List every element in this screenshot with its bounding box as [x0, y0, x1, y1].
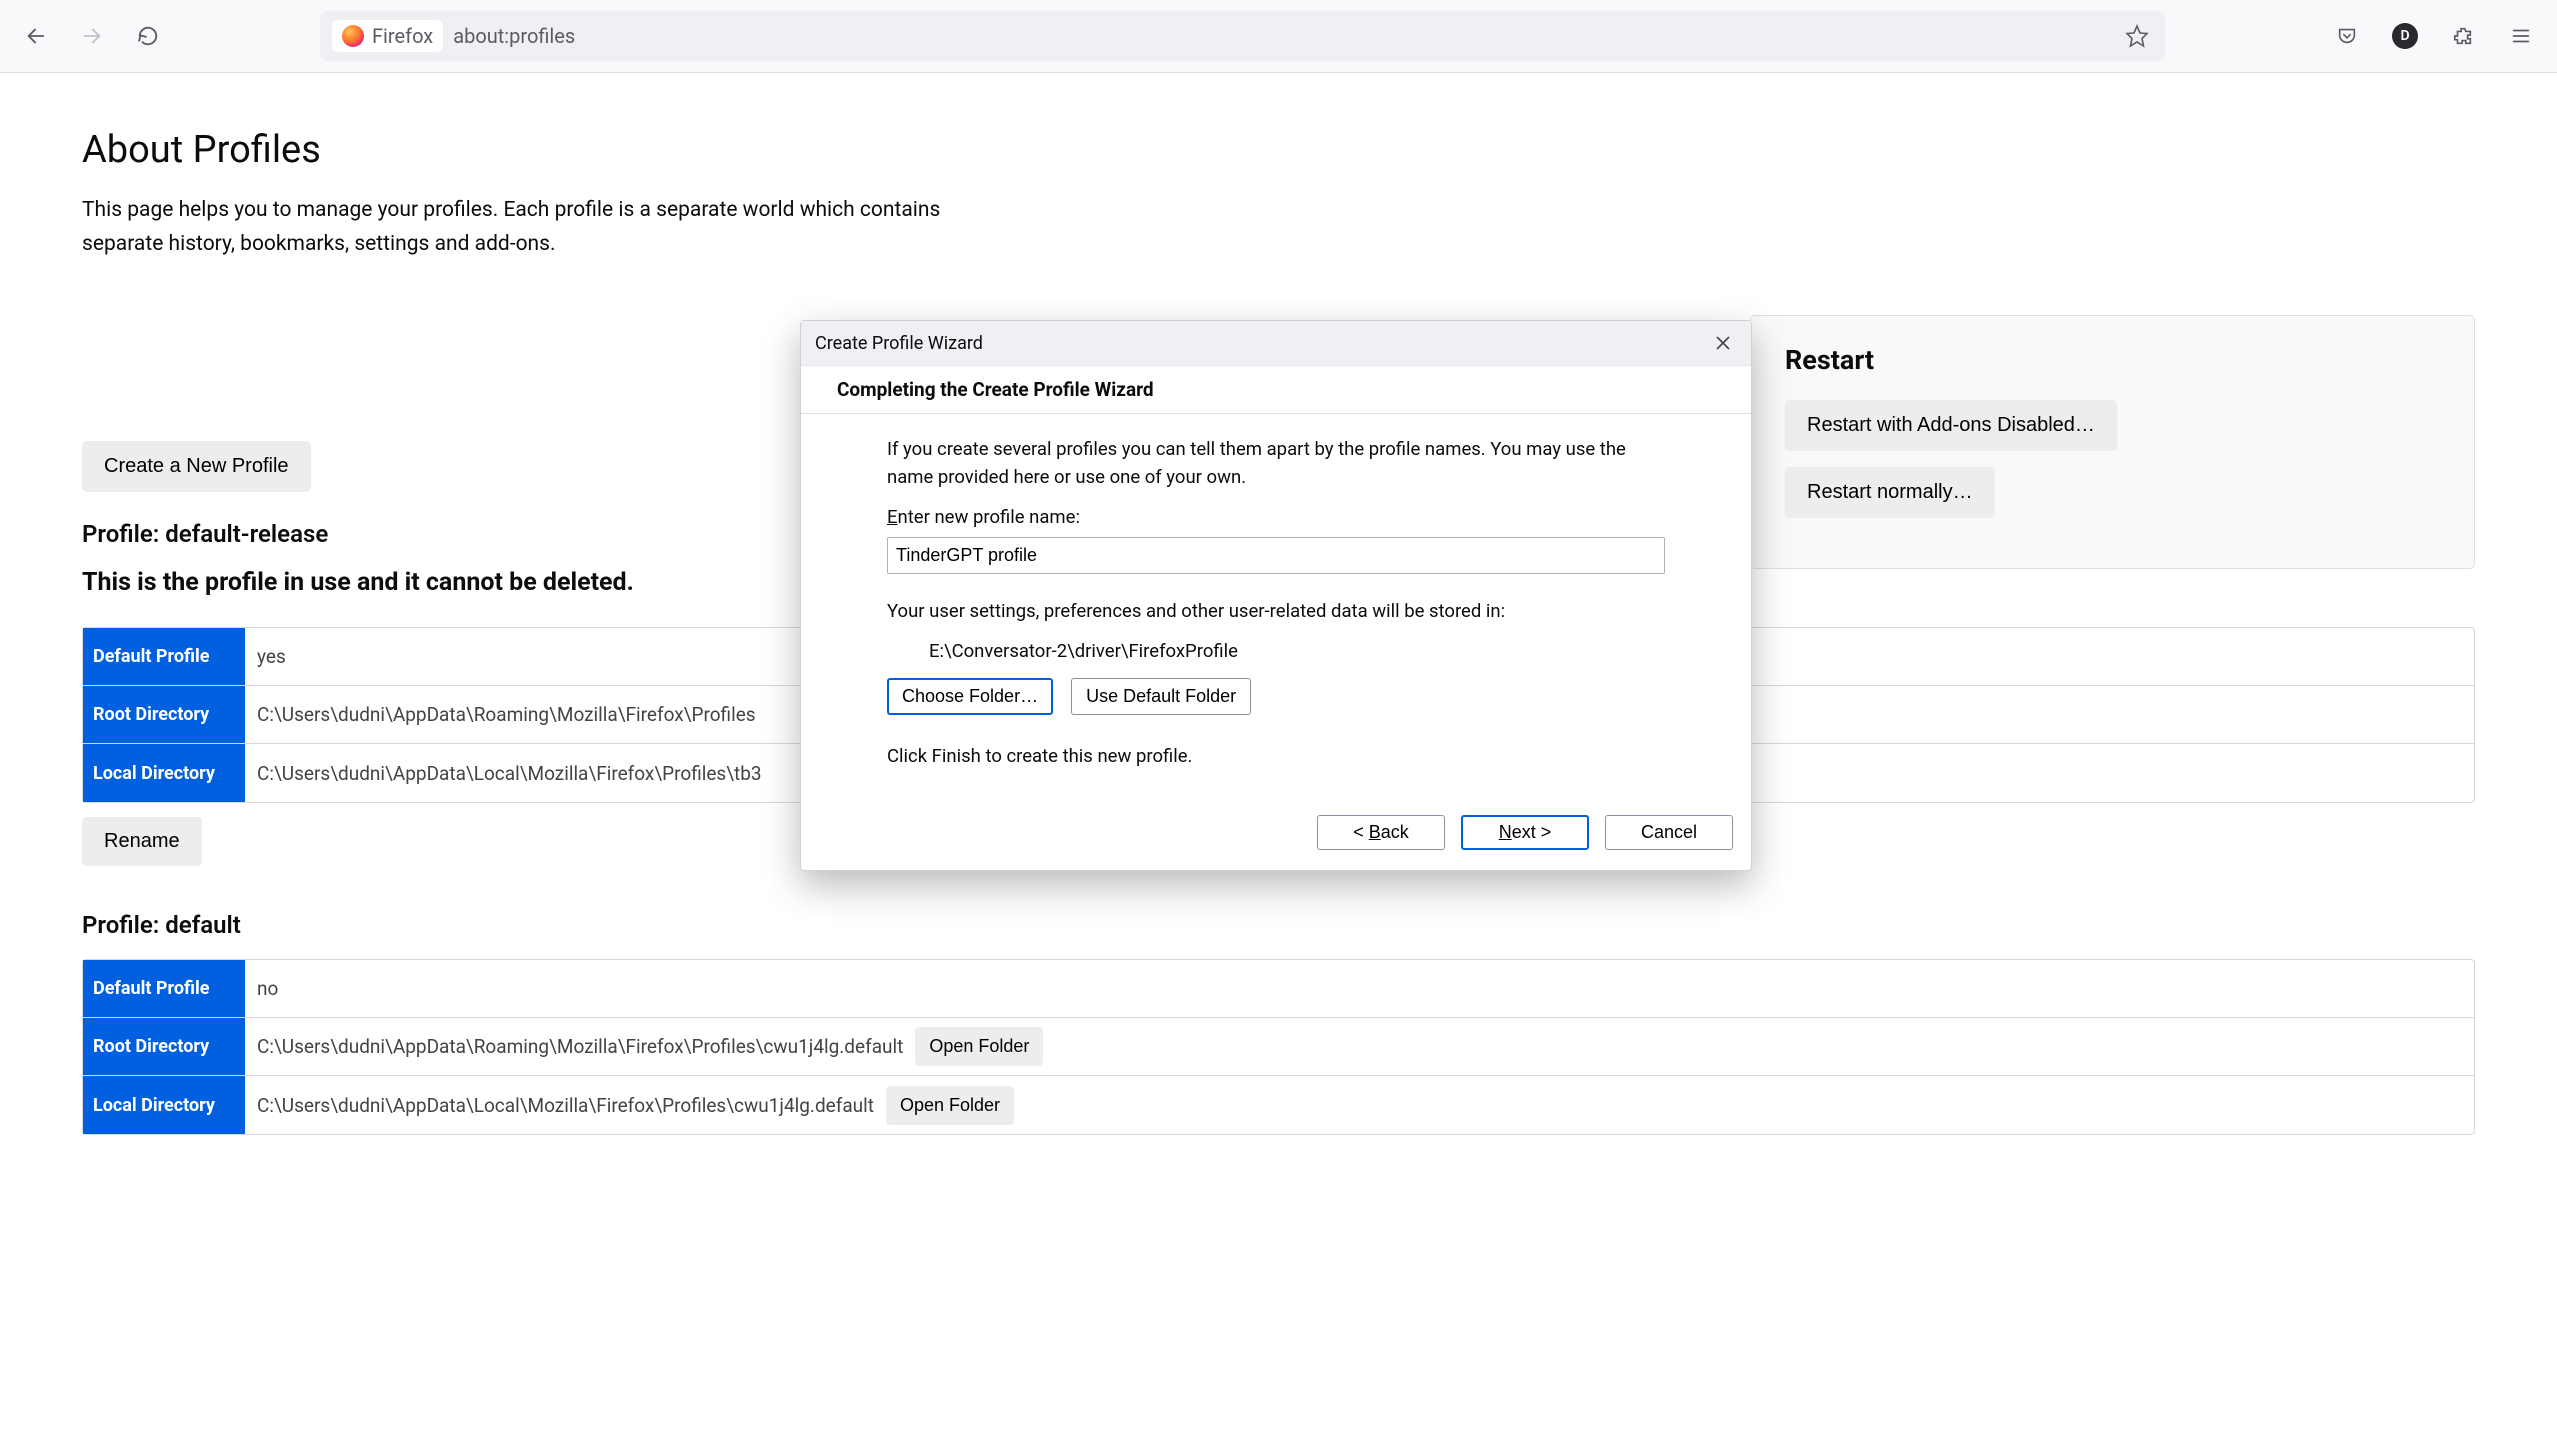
next-button-dialog[interactable]: Next > [1461, 815, 1589, 850]
row-label-default-profile: Default Profile [83, 628, 245, 685]
row-value-root-directory: C:\Users\dudni\AppData\Roaming\Mozilla\F… [245, 1018, 2474, 1075]
dialog-step-heading: Completing the Create Profile Wizard [801, 366, 1751, 414]
puzzle-icon [2452, 25, 2474, 47]
extensions-button[interactable] [2439, 12, 2487, 60]
arrow-left-icon [25, 25, 47, 47]
table-row: Local Directory C:\Users\dudni\AppData\L… [83, 1076, 2474, 1134]
row-label-default-profile: Default Profile [83, 960, 245, 1017]
row-value-local-directory: C:\Users\dudni\AppData\Local\Mozilla\Fir… [245, 1076, 2474, 1134]
local-path-text: C:\Users\dudni\AppData\Local\Mozilla\Fir… [257, 1094, 874, 1117]
dialog-body: If you create several profiles you can t… [801, 414, 1751, 803]
hamburger-icon [2510, 25, 2532, 47]
dialog-footer: < Back Next > Cancel [801, 803, 1751, 870]
row-label-root-directory: Root Directory [83, 686, 245, 743]
restart-addons-disabled-button[interactable]: Restart with Add-ons Disabled… [1785, 400, 2117, 451]
dialog-intro-text: If you create several profiles you can t… [887, 436, 1665, 492]
back-button-dialog[interactable]: < Back [1317, 815, 1445, 850]
rename-button[interactable]: Rename [82, 817, 202, 866]
identity-label: Firefox [372, 24, 433, 48]
page-title: About Profiles [82, 128, 2475, 172]
pocket-icon [2336, 25, 2358, 47]
forward-button[interactable] [68, 12, 116, 60]
firefox-icon [342, 25, 364, 47]
profile-name-label: Enter new profile name: [887, 504, 1665, 532]
dialog-title: Create Profile Wizard [815, 333, 983, 354]
restart-box: Restart Restart with Add-ons Disabled… R… [1750, 315, 2475, 569]
profile-heading: Profile: default [82, 911, 2475, 939]
address-bar[interactable]: Firefox about:profiles [320, 11, 2165, 61]
identity-box[interactable]: Firefox [332, 20, 443, 52]
profile-section-default: Profile: default Default Profile no Root… [82, 911, 2475, 1135]
table-row: Default Profile no [83, 960, 2474, 1018]
close-icon [1716, 336, 1730, 350]
restart-normally-button[interactable]: Restart normally… [1785, 467, 1995, 518]
browser-toolbar: Firefox about:profiles D [0, 0, 2557, 73]
cancel-button-dialog[interactable]: Cancel [1605, 815, 1733, 850]
use-default-folder-button[interactable]: Use Default Folder [1071, 678, 1251, 715]
bookmark-star-button[interactable] [2121, 20, 2153, 52]
storage-path-text: E:\Conversator-2\driver\FirefoxProfile [887, 638, 1665, 666]
create-profile-wizard-dialog: Create Profile Wizard Completing the Cre… [800, 320, 1752, 871]
reload-icon [137, 25, 159, 47]
dialog-titlebar: Create Profile Wizard [801, 321, 1751, 366]
profile-name-input[interactable] [887, 537, 1665, 574]
back-button[interactable] [12, 12, 60, 60]
url-text: about:profiles [453, 24, 575, 48]
page-description: This page helps you to manage your profi… [82, 194, 982, 261]
open-folder-button[interactable]: Open Folder [886, 1086, 1014, 1125]
root-path-text: C:\Users\dudni\AppData\Roaming\Mozilla\F… [257, 1035, 903, 1058]
row-label-local-directory: Local Directory [83, 1076, 245, 1134]
toolbar-right: D [2323, 12, 2545, 60]
finish-hint-text: Click Finish to create this new profile. [887, 743, 1665, 771]
dialog-close-button[interactable] [1709, 329, 1737, 357]
create-profile-button[interactable]: Create a New Profile [82, 441, 311, 492]
address-bar-container: Firefox about:profiles [320, 11, 2165, 61]
table-row: Root Directory C:\Users\dudni\AppData\Ro… [83, 1018, 2474, 1076]
profile-table: Default Profile no Root Directory C:\Use… [82, 959, 2475, 1135]
row-value-default-profile: no [245, 960, 2474, 1017]
folder-button-row: Choose Folder… Use Default Folder [887, 678, 1665, 715]
avatar-icon: D [2392, 23, 2418, 49]
row-label-local-directory: Local Directory [83, 744, 245, 802]
arrow-right-icon [81, 25, 103, 47]
open-folder-button[interactable]: Open Folder [915, 1027, 1043, 1066]
app-menu-button[interactable] [2497, 12, 2545, 60]
row-label-root-directory: Root Directory [83, 1018, 245, 1075]
reload-button[interactable] [124, 12, 172, 60]
pocket-button[interactable] [2323, 12, 2371, 60]
storage-intro-text: Your user settings, preferences and othe… [887, 598, 1665, 626]
choose-folder-button[interactable]: Choose Folder… [887, 678, 1053, 715]
star-icon [2125, 24, 2149, 48]
account-button[interactable]: D [2381, 12, 2429, 60]
restart-heading: Restart [1785, 344, 2440, 376]
